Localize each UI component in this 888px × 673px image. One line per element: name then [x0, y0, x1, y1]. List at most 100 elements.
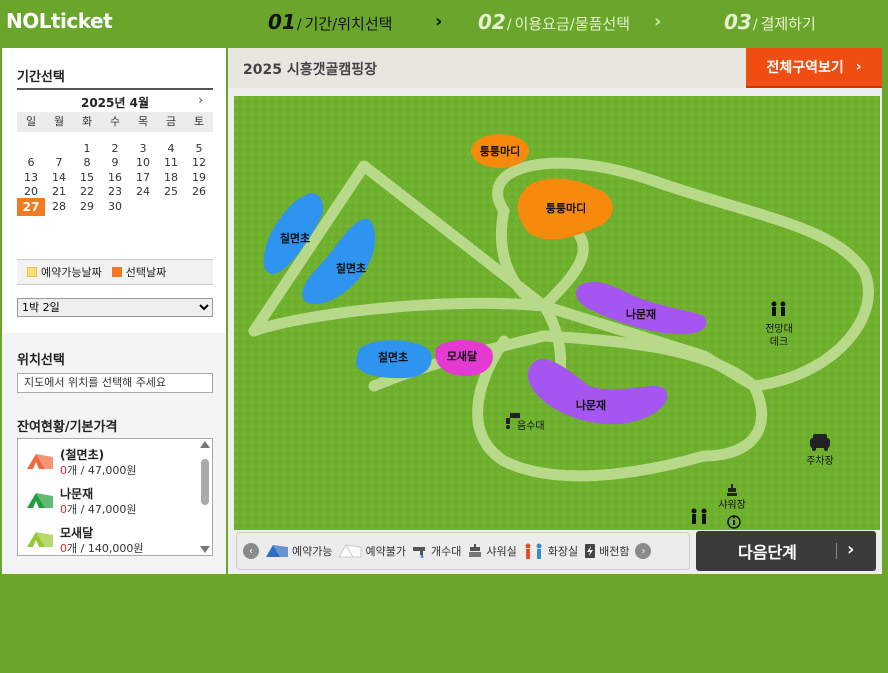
weekday-label: 화 — [81, 115, 93, 128]
campsite-map[interactable]: 퉁퉁마디 퉁퉁마디 칠면초 칠면초 칠면초 모새달 나문재 나문재 전망대 데크… — [234, 96, 880, 530]
calendar-day[interactable]: 12 — [185, 156, 213, 170]
step-3-number: 03 — [724, 10, 752, 34]
calendar-day[interactable]: 3 — [129, 142, 157, 156]
tent-icon — [27, 532, 53, 547]
legend-sink-label: 개수대 — [430, 545, 462, 558]
calendar-day[interactable]: 19 — [185, 171, 213, 185]
legend-available-label: 예약가능날짜 — [41, 266, 102, 279]
stock-unit: 개 / — [67, 503, 88, 516]
map-title-bar: 2025 시흥갯골캠핑장 — [228, 48, 746, 88]
calendar-day[interactable]: 18 — [157, 171, 185, 185]
calendar-day[interactable]: 26 — [185, 185, 213, 199]
zone-label: 나문재 — [576, 398, 606, 412]
scroll-thumb[interactable] — [201, 459, 209, 505]
calendar-day[interactable]: 6 — [17, 156, 45, 170]
header: NOLticket 01 / 기간/위치선택 › 02 / 이용요금/물품선택 … — [0, 0, 888, 46]
view-all-zones-button[interactable]: 전체구역보기 › — [746, 48, 882, 88]
calendar-day[interactable]: 25 — [157, 185, 185, 199]
calendar-day[interactable]: 13 — [17, 171, 45, 185]
zone-label: 칠면초 — [336, 261, 366, 275]
step-slash-icon: / — [296, 17, 302, 33]
scroll-up-icon[interactable] — [200, 441, 210, 448]
next-step-label: 다음단계 — [738, 543, 797, 562]
calendar-day[interactable]: 27 — [17, 197, 45, 216]
stock-count: 0 — [60, 464, 67, 477]
map-panel: 2025 시흥갯골캠핑장 전체구역보기 › 퉁퉁마디 퉁퉁마디 칠면초 칠면초 … — [228, 48, 882, 574]
stock-item: (철면초) 0개 / 47,000원 — [26, 446, 198, 482]
calendar-empty-cell — [17, 142, 45, 156]
available-swatch — [27, 267, 37, 277]
stock-price-value: 140,000원 — [87, 542, 144, 555]
calendar-empty-cell — [45, 142, 73, 156]
stock-list[interactable]: (철면초) 0개 / 47,000원 나문재 0개 / 47,000원 모새달 … — [17, 438, 213, 556]
stay-duration-select[interactable]: 1박 2일 — [17, 298, 213, 317]
chevron-right-icon: › — [435, 11, 443, 32]
zone-label: 칠면초 — [378, 350, 408, 364]
map-title: 2025 시흥갯골캠핑장 — [243, 62, 377, 78]
stock-name: 모새달 — [60, 526, 94, 540]
legend-selected-label: 선택날짜 — [125, 266, 167, 279]
calendar-day[interactable]: 7 — [45, 156, 73, 170]
scroll-down-icon[interactable] — [200, 546, 210, 553]
legend-available-label: 예약가능 — [292, 545, 333, 558]
map-svg: 퉁퉁마디 퉁퉁마디 칠면초 칠면초 칠면초 모새달 나문재 나문재 전망대 데크… — [234, 96, 880, 530]
calendar-day[interactable]: 10 — [129, 156, 157, 170]
calendar-day[interactable]: 1 — [73, 142, 101, 156]
calendar-day[interactable]: 9 — [101, 156, 129, 170]
calendar-day[interactable]: 23 — [101, 185, 129, 199]
map-legend-bar: ‹ 예약가능 예약불가 개수대 샤워실 화장실 배전함 › — [236, 532, 690, 570]
step-2-label: 이용요금/물품선택 — [514, 15, 631, 33]
weekday-label: 월 — [53, 115, 65, 128]
next-month-button[interactable]: › — [198, 93, 203, 107]
weekday-label: 수 — [109, 115, 121, 128]
zone-label: 모새달 — [447, 349, 477, 363]
calendar-day[interactable]: 5 — [185, 142, 213, 156]
calendar-day[interactable]: 24 — [129, 185, 157, 199]
zone-label: 퉁퉁마디 — [546, 201, 586, 215]
view-all-zones-label: 전체구역보기 — [766, 60, 844, 76]
legend-restroom-label: 화장실 — [547, 545, 579, 558]
calendar-legend: 예약가능날짜 선택날짜 — [17, 259, 213, 285]
stock-title: 잔여현황/기본가격 — [17, 420, 118, 435]
tent-icon — [27, 493, 53, 508]
stock-count: 0 — [60, 542, 67, 555]
shower-icon — [469, 544, 482, 557]
stock-item: 나문재 0개 / 47,000원 — [26, 485, 198, 521]
calendar-day[interactable]: 11 — [157, 156, 185, 170]
calendar-day[interactable]: 8 — [73, 156, 101, 170]
left-panel: 기간선택 2025년 4월 › 일월화수목금토 1 2 3 4 5 6 7 8 9 10 11 12 1… — [2, 48, 226, 574]
tent-available-icon — [266, 545, 288, 557]
logo[interactable]: NOLticket — [6, 9, 113, 33]
stock-price: 0개 / 47,000원 — [60, 462, 136, 478]
zone-chilmyeon-3[interactable]: 칠면초 — [356, 340, 432, 379]
calendar-header: 2025년 4월 › — [17, 88, 213, 110]
calendar-day[interactable]: 15 — [73, 171, 101, 185]
calendar-day[interactable]: 21 — [45, 185, 73, 199]
calendar-day[interactable]: 30 — [101, 200, 129, 214]
calendar-day[interactable]: 29 — [73, 200, 101, 214]
step-2-number: 02 — [478, 10, 506, 34]
calendar-day[interactable]: 14 — [45, 171, 73, 185]
zone-tongtong-small[interactable]: 퉁퉁마디 — [471, 134, 529, 168]
next-step-button[interactable]: 다음단계 › — [696, 531, 876, 571]
calendar-day[interactable]: 2 — [101, 142, 129, 156]
location-field[interactable]: 지도에서 위치를 선택해 주세요 — [17, 373, 213, 393]
parking-label: 주차장 — [806, 455, 834, 467]
legend-next-button[interactable]: › — [635, 543, 652, 559]
stock-unit: 개 / — [67, 464, 88, 477]
calendar-day[interactable]: 16 — [101, 171, 129, 185]
calendar-day[interactable]: 17 — [129, 171, 157, 185]
location-title: 위치선택 — [17, 353, 65, 368]
weekday-label: 토 — [193, 115, 205, 128]
weekday-label: 목 — [137, 115, 149, 128]
stock-scrollbar[interactable] — [200, 441, 210, 553]
step-1-number: 01 — [268, 10, 296, 34]
calendar-day[interactable]: 22 — [73, 185, 101, 199]
legend-shower: 샤워실 — [467, 543, 517, 559]
legend-prev-button[interactable]: ‹ — [243, 543, 259, 559]
step-slash-icon: / — [752, 17, 758, 33]
selected-swatch — [111, 267, 122, 277]
calendar-day[interactable]: 4 — [157, 142, 185, 156]
calendar-day[interactable]: 28 — [45, 200, 73, 214]
tent-unavailable-icon — [338, 544, 362, 558]
